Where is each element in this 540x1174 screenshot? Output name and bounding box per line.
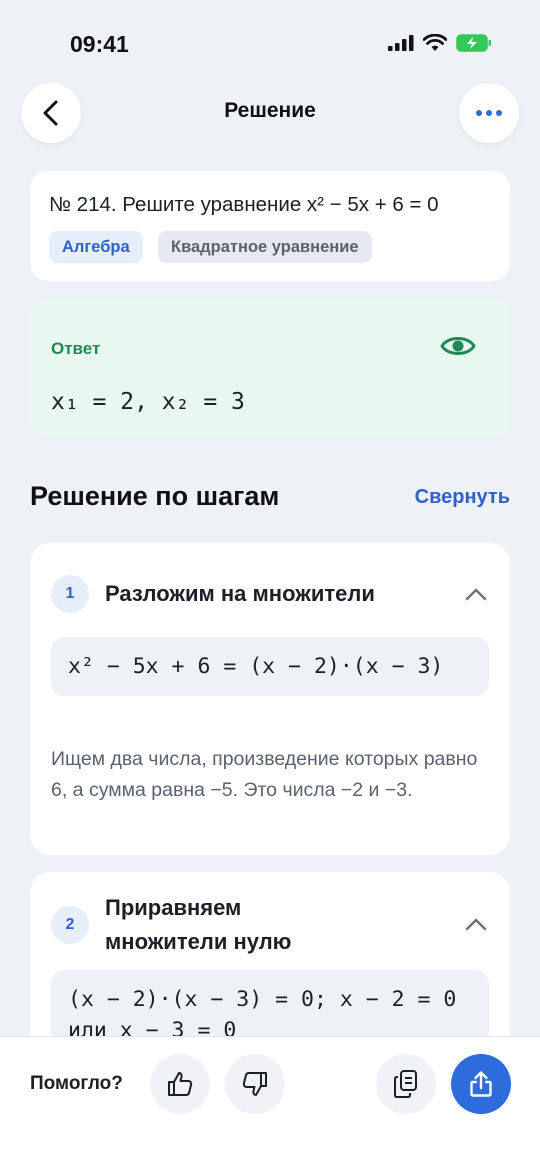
problem-statement: № 214. Решите уравнение x² − 5x + 6 = 0	[49, 193, 439, 216]
thumbs-up-icon	[168, 1072, 193, 1096]
bottom-feedback-bar: Помогло?	[0, 1036, 540, 1174]
tag-algebra[interactable]: Алгебра	[49, 231, 143, 263]
answer-value: x₁ = 2, x₂ = 3	[51, 389, 245, 415]
step-card: 1 Разложим на множители x² − 5x + 6 = (x…	[30, 543, 510, 855]
more-options-button[interactable]	[459, 83, 519, 143]
status-time: 09:41	[70, 31, 129, 57]
status-bar: 09:41	[0, 0, 540, 80]
answer-label: Ответ	[51, 339, 101, 358]
steps-section-title: Решение по шагам	[30, 481, 280, 511]
step-number-badge: 1	[51, 575, 89, 613]
chevron-up-icon[interactable]	[465, 587, 487, 601]
step-title[interactable]: Разложим на множители	[105, 577, 375, 611]
chevron-up-icon[interactable]	[465, 917, 487, 931]
battery-charging-icon	[456, 34, 491, 52]
thumbs-down-icon	[242, 1072, 267, 1096]
signal-icon	[388, 35, 414, 51]
share-icon	[470, 1071, 492, 1097]
step-title[interactable]: Приравняем множители нулю	[105, 891, 305, 959]
answer-card: Ответ x₁ = 2, x₂ = 3	[30, 298, 510, 438]
status-icons	[388, 34, 492, 52]
tag-quadratic-equation[interactable]: Квадратное уравнение	[158, 231, 372, 263]
step-formula: x² − 5x + 6 = (x − 2)·(x − 3)	[51, 637, 489, 696]
wifi-icon	[423, 34, 447, 51]
problem-card: № 214. Решите уравнение x² − 5x + 6 = 0 …	[30, 171, 510, 281]
collapse-button[interactable]: Свернуть	[415, 486, 510, 509]
copy-icon	[394, 1070, 417, 1098]
step-number-badge: 2	[51, 906, 89, 944]
eye-icon[interactable]	[440, 332, 476, 360]
share-button[interactable]	[451, 1054, 511, 1114]
more-dots-icon	[476, 110, 502, 116]
copy-button[interactable]	[376, 1054, 436, 1114]
like-button[interactable]	[150, 1054, 210, 1114]
step-description: Ищем два числа, произведение которых рав…	[51, 748, 478, 801]
helped-question: Помогло?	[30, 1073, 123, 1094]
dislike-button[interactable]	[225, 1054, 285, 1114]
